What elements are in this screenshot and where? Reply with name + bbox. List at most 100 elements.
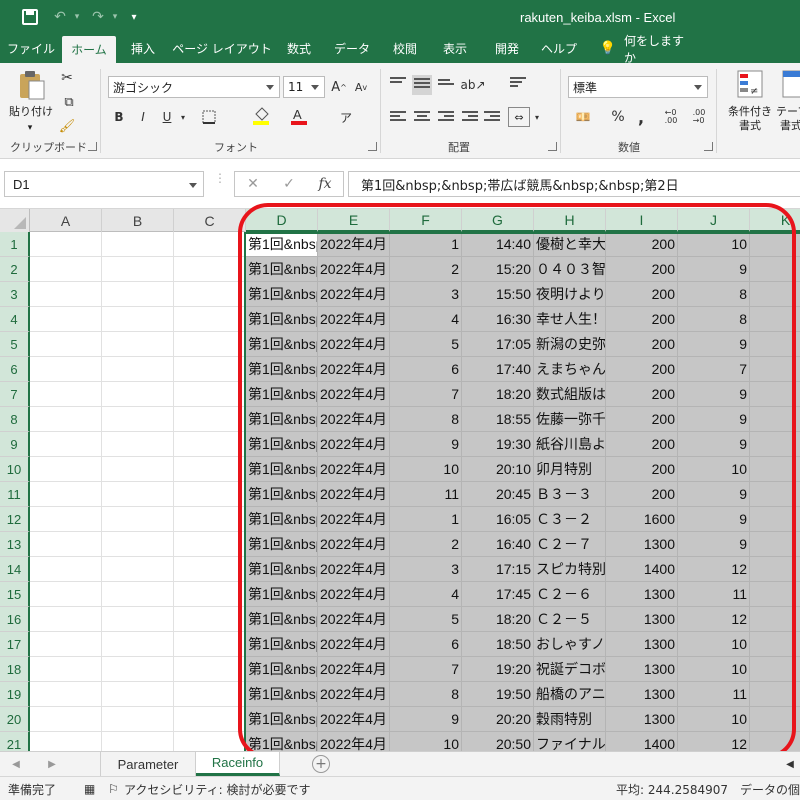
cell-f[interactable]: 2	[390, 257, 462, 282]
cell-e[interactable]: 2022年4月	[318, 532, 390, 557]
cell-d[interactable]: 第1回&nbsp;	[246, 357, 318, 382]
row-header[interactable]: 17	[0, 632, 30, 657]
cell-f[interactable]: 4	[390, 307, 462, 332]
cell-b[interactable]	[102, 607, 174, 632]
tab-formulas[interactable]: 数式	[278, 34, 320, 63]
cell-j[interactable]: 9	[678, 482, 750, 507]
cell-h[interactable]: おしゃすノ	[534, 632, 606, 657]
column-header-c[interactable]: C	[174, 209, 246, 232]
cell-f[interactable]: 7	[390, 382, 462, 407]
cell-k[interactable]	[750, 357, 800, 382]
cell-k[interactable]	[750, 457, 800, 482]
cell-h[interactable]: Ｃ２－６	[534, 582, 606, 607]
cell-c[interactable]	[174, 357, 246, 382]
cell-e[interactable]: 2022年4月	[318, 332, 390, 357]
cell-f[interactable]: 6	[390, 357, 462, 382]
cell-a[interactable]	[30, 507, 102, 532]
cell-c[interactable]	[174, 707, 246, 732]
tab-home[interactable]: ホーム	[62, 36, 116, 63]
cell-e[interactable]: 2022年4月	[318, 407, 390, 432]
cell-i[interactable]: 1400	[606, 557, 678, 582]
tab-insert[interactable]: 挿入	[120, 34, 166, 63]
align-left-icon[interactable]	[390, 111, 406, 125]
cell-d[interactable]: 第1回&nbsp;	[246, 432, 318, 457]
cell-c[interactable]	[174, 657, 246, 682]
cell-h[interactable]: ０４０３智	[534, 257, 606, 282]
cell-f[interactable]: 10	[390, 457, 462, 482]
cell-g[interactable]: 17:05	[462, 332, 534, 357]
row-header[interactable]: 3	[0, 282, 30, 307]
merge-center-icon[interactable]: ⇔	[508, 107, 530, 127]
macro-record-icon[interactable]: ▦	[84, 777, 95, 800]
sheet-next-icon[interactable]: ▶	[42, 752, 62, 777]
column-header-h[interactable]: H	[534, 209, 606, 232]
align-top-icon[interactable]	[390, 77, 406, 91]
cell-a[interactable]	[30, 582, 102, 607]
cell-b[interactable]	[102, 407, 174, 432]
decrease-font-icon[interactable]: Av	[352, 77, 370, 97]
sheet-prev-icon[interactable]: ◀	[6, 752, 26, 777]
cell-d[interactable]: 第1回&nbsp;	[246, 732, 318, 751]
cell-e[interactable]: 2022年4月	[318, 557, 390, 582]
cell-e[interactable]: 2022年4月	[318, 457, 390, 482]
cell-c[interactable]	[174, 482, 246, 507]
alignment-launcher-icon[interactable]	[548, 142, 557, 151]
format-as-table-icon[interactable]	[782, 69, 800, 99]
cell-d[interactable]: 第1回&nbsp;	[246, 682, 318, 707]
cell-d[interactable]: 第1回&nbsp;	[246, 282, 318, 307]
cell-i[interactable]: 200	[606, 357, 678, 382]
cell-b[interactable]	[102, 532, 174, 557]
cell-f[interactable]: 1	[390, 507, 462, 532]
cell-f[interactable]: 5	[390, 607, 462, 632]
cell-b[interactable]	[102, 557, 174, 582]
cell-k[interactable]	[750, 707, 800, 732]
font-name-combo[interactable]: 游ゴシック	[108, 76, 280, 98]
cell-d[interactable]: 第1回&nbsp;	[246, 332, 318, 357]
cell-g[interactable]: 17:40	[462, 357, 534, 382]
cell-d[interactable]: 第1回&nbsp;	[246, 382, 318, 407]
cell-g[interactable]: 19:20	[462, 657, 534, 682]
cell-k[interactable]	[750, 282, 800, 307]
format-painter-icon[interactable]: 🖌	[58, 117, 76, 135]
cell-a[interactable]	[30, 657, 102, 682]
cell-j[interactable]: 9	[678, 332, 750, 357]
phonetic-icon[interactable]: ア	[336, 107, 356, 127]
cell-j[interactable]: 12	[678, 732, 750, 751]
formula-input[interactable]: 第1回&nbsp;&nbsp;帯広ば競馬&nbsp;&nbsp;第2日	[348, 171, 800, 197]
cell-c[interactable]	[174, 382, 246, 407]
cell-a[interactable]	[30, 382, 102, 407]
cell-b[interactable]	[102, 732, 174, 751]
row-header[interactable]: 8	[0, 407, 30, 432]
cell-f[interactable]: 5	[390, 332, 462, 357]
cell-j[interactable]: 11	[678, 582, 750, 607]
row-header[interactable]: 18	[0, 657, 30, 682]
cell-e[interactable]: 2022年4月	[318, 482, 390, 507]
cell-d[interactable]: 第1回&nbsp;	[246, 482, 318, 507]
cell-b[interactable]	[102, 232, 174, 257]
cell-h[interactable]: 卯月特別	[534, 457, 606, 482]
underline-button[interactable]: U	[158, 107, 176, 127]
cell-i[interactable]: 200	[606, 457, 678, 482]
cell-g[interactable]: 17:15	[462, 557, 534, 582]
cell-g[interactable]: 16:05	[462, 507, 534, 532]
column-header-b[interactable]: B	[102, 209, 174, 232]
cell-k[interactable]	[750, 432, 800, 457]
cell-d[interactable]: 第1回&nbsp;	[246, 607, 318, 632]
cell-h[interactable]: えまちゃん	[534, 357, 606, 382]
redo-dropdown-icon[interactable]: ▾	[108, 0, 122, 34]
add-sheet-icon[interactable]: +	[312, 755, 330, 773]
cell-d[interactable]: 第1回&nbsp;	[246, 557, 318, 582]
column-header-i[interactable]: I	[606, 209, 678, 232]
row-header[interactable]: 7	[0, 382, 30, 407]
cell-h[interactable]: ファイナル	[534, 732, 606, 751]
align-middle-icon[interactable]	[412, 75, 432, 95]
cell-d[interactable]: 第1回&nbsp;	[246, 707, 318, 732]
cell-i[interactable]: 200	[606, 232, 678, 257]
cell-k[interactable]	[750, 657, 800, 682]
cell-c[interactable]	[174, 582, 246, 607]
cell-h[interactable]: Ｃ２－７	[534, 532, 606, 557]
cell-g[interactable]: 15:20	[462, 257, 534, 282]
font-size-combo[interactable]: 11	[283, 76, 325, 98]
status-accessibility[interactable]: アクセシビリティ: 検討が必要です	[124, 777, 311, 800]
cell-a[interactable]	[30, 607, 102, 632]
